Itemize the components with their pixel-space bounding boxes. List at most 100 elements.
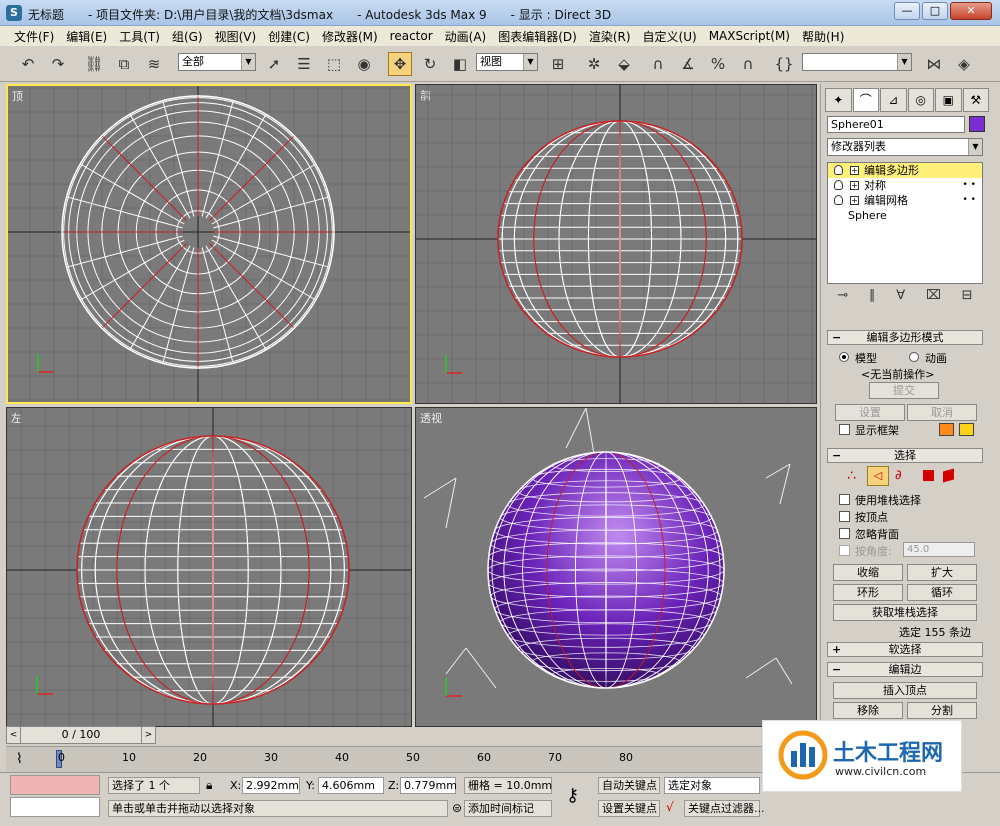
menu-file[interactable]: 文件(F): [8, 28, 60, 45]
rollout-header-edit-edges[interactable]: − 编辑边: [827, 662, 983, 677]
configure-modifier-sets-icon[interactable]: ⊟: [962, 288, 973, 308]
hierarchy-tab-icon[interactable]: ⊿: [880, 88, 907, 112]
select-manipulate-icon[interactable]: ✲: [582, 52, 606, 76]
select-by-name-icon[interactable]: ☰: [292, 52, 316, 76]
snap-toggle-icon[interactable]: ∩: [646, 52, 670, 76]
spinner-snap-icon[interactable]: ∩: [736, 52, 760, 76]
viewport-left[interactable]: 左: [6, 407, 412, 727]
cage-color-swatch[interactable]: [939, 423, 954, 436]
lightbulb-icon[interactable]: [834, 180, 843, 190]
track-bar[interactable]: ⌇ 0 10 20 30 40 50 60 70 80: [6, 746, 766, 772]
settings-button[interactable]: 设置: [835, 404, 905, 421]
menu-customize[interactable]: 自定义(U): [637, 28, 703, 45]
utilities-tab-icon[interactable]: ⚒: [962, 88, 989, 112]
menu-create[interactable]: 创建(C): [262, 28, 316, 45]
time-next-icon[interactable]: >: [141, 727, 155, 743]
stack-item-edit-poly[interactable]: + 编辑多边形: [828, 163, 982, 178]
commit-button[interactable]: 提交: [869, 382, 939, 399]
time-tag-icon[interactable]: ⊜: [452, 801, 462, 815]
by-vertex-checkbox[interactable]: [839, 511, 850, 522]
keyboard-shortcut-icon[interactable]: ⬙: [612, 52, 636, 76]
insert-vertex-button[interactable]: 插入顶点: [833, 682, 977, 699]
select-rotate-icon[interactable]: ↻: [418, 52, 442, 76]
pin-stack-icon[interactable]: ⊸: [837, 288, 848, 308]
menu-views[interactable]: 视图(V): [209, 28, 263, 45]
menu-animation[interactable]: 动画(A): [439, 28, 493, 45]
remove-modifier-icon[interactable]: ⌧: [926, 288, 941, 308]
key-icon[interactable]: ⚷: [566, 785, 579, 806]
viewport-front[interactable]: 前: [415, 84, 817, 404]
menu-maxscript[interactable]: MAXScript(M): [703, 29, 796, 43]
make-unique-icon[interactable]: ∀: [896, 288, 905, 308]
percent-snap-icon[interactable]: %: [706, 52, 730, 76]
lightbulb-icon[interactable]: [834, 165, 843, 175]
remove-button[interactable]: 移除: [833, 702, 903, 719]
menu-help[interactable]: 帮助(H): [796, 28, 850, 45]
stack-item-sphere[interactable]: Sphere: [828, 208, 982, 223]
mode-animate-radio[interactable]: [909, 352, 919, 362]
rollout-header-selection[interactable]: − 选择: [827, 448, 983, 463]
menu-graph-editors[interactable]: 图表编辑器(D): [492, 28, 583, 45]
bind-space-warp-icon[interactable]: ≋: [142, 52, 166, 76]
set-key-button[interactable]: 设置关键点: [598, 800, 660, 817]
viewport-top[interactable]: 顶: [6, 84, 412, 404]
element-subobject-icon[interactable]: [943, 468, 954, 483]
key-mode-icon[interactable]: √: [666, 800, 674, 814]
edit-named-selection-icon[interactable]: {}: [772, 52, 796, 76]
time-slider[interactable]: < 0 / 100 >: [6, 726, 156, 744]
stack-item-edit-mesh[interactable]: + 编辑网格 • •: [828, 193, 982, 208]
pivot-center-icon[interactable]: ⊞: [546, 52, 570, 76]
add-time-tag[interactable]: 添加时间标记: [464, 800, 552, 817]
polygon-subobject-icon[interactable]: [923, 470, 934, 481]
minimize-button[interactable]: —: [894, 2, 920, 20]
create-tab-icon[interactable]: ✦: [825, 88, 852, 112]
object-name-field[interactable]: Sphere01: [827, 116, 965, 133]
cage-selected-color-swatch[interactable]: [959, 423, 974, 436]
motion-tab-icon[interactable]: ◎: [907, 88, 934, 112]
use-stack-selection-checkbox[interactable]: [839, 494, 850, 505]
select-move-icon[interactable]: ✥: [388, 52, 412, 76]
by-angle-checkbox[interactable]: [839, 545, 850, 556]
modifier-list-dropdown[interactable]: 修改器列表 ▼: [827, 138, 983, 156]
window-crossing-icon[interactable]: ◉: [352, 52, 376, 76]
close-button[interactable]: ✕: [950, 2, 992, 20]
z-coordinate-field[interactable]: 0.779mm: [400, 777, 457, 794]
display-tab-icon[interactable]: ▣: [935, 88, 962, 112]
maxscript-listener-pink[interactable]: [10, 775, 100, 795]
object-color-swatch[interactable]: [969, 116, 985, 132]
border-subobject-icon[interactable]: ∂: [895, 468, 902, 483]
reference-coordinate-dropdown[interactable]: 视图 ▼: [476, 53, 538, 71]
cancel-button[interactable]: 取消: [907, 404, 977, 421]
menu-group[interactable]: 组(G): [166, 28, 209, 45]
menu-reactor[interactable]: reactor: [384, 29, 439, 43]
x-coordinate-field[interactable]: 2.992mm: [242, 777, 300, 794]
mode-model-radio[interactable]: [839, 352, 849, 362]
selected-object-dropdown[interactable]: 选定对象: [664, 777, 760, 794]
menu-edit[interactable]: 编辑(E): [60, 28, 113, 45]
grow-button[interactable]: 扩大: [907, 564, 977, 581]
maxscript-listener-white[interactable]: [10, 797, 100, 817]
expand-icon[interactable]: +: [850, 181, 859, 190]
curve-editor-icon[interactable]: ⌇: [16, 751, 23, 767]
redo-icon[interactable]: ↷: [46, 52, 70, 76]
select-object-icon[interactable]: ➚: [262, 52, 286, 76]
ring-button[interactable]: 环形: [833, 584, 903, 601]
align-icon[interactable]: ◈: [952, 52, 976, 76]
select-scale-icon[interactable]: ◧: [448, 52, 472, 76]
shrink-button[interactable]: 收缩: [833, 564, 903, 581]
undo-icon[interactable]: ↶: [16, 52, 40, 76]
expand-icon[interactable]: +: [850, 196, 859, 205]
show-cage-checkbox[interactable]: [839, 424, 850, 435]
rectangular-selection-icon[interactable]: ⬚: [322, 52, 346, 76]
maximize-button[interactable]: □: [922, 2, 948, 20]
mirror-icon[interactable]: ⋈: [922, 52, 946, 76]
ignore-backfacing-checkbox[interactable]: [839, 528, 850, 539]
split-button[interactable]: 分割: [907, 702, 977, 719]
get-stack-selection-button[interactable]: 获取堆栈选择: [833, 604, 977, 621]
stack-item-symmetry[interactable]: + 对称 • •: [828, 178, 982, 193]
auto-key-button[interactable]: 自动关键点: [598, 777, 660, 794]
show-end-result-icon[interactable]: ∥: [869, 288, 876, 308]
angle-spinner[interactable]: 45.0: [903, 542, 975, 557]
link-icon[interactable]: ⛓: [82, 52, 106, 76]
rollout-header-edit-poly-mode[interactable]: − 编辑多边形模式: [827, 330, 983, 345]
